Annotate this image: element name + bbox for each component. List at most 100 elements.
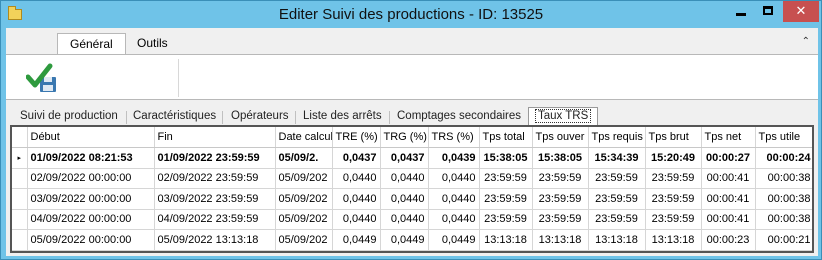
table-row[interactable]: 05/09/2022 00:00:00 05/09/2022 13:13:18 05… (12, 229, 812, 251)
column-header-fin[interactable]: Fin (154, 127, 276, 148)
table-cell[interactable]: 05/09/202 (275, 168, 333, 189)
table-cell[interactable]: 0,0449 (428, 229, 480, 251)
column-header-tps-ouver[interactable]: Tps ouver (532, 127, 589, 148)
table-cell[interactable]: 0,0449 (332, 229, 381, 251)
column-header-tps-total[interactable]: Tps total (479, 127, 533, 148)
table-cell[interactable]: 23:59:59 (479, 168, 533, 189)
save-button[interactable] (25, 63, 62, 95)
table-cell[interactable]: 23:59:59 (645, 168, 702, 189)
tab-separator (222, 111, 223, 124)
table-cell[interactable]: 15:38:05 (532, 147, 589, 169)
table-cell[interactable]: 23:59:59 (532, 168, 589, 189)
table-cell[interactable]: 00:00:41 (701, 209, 756, 230)
table-row[interactable]: ▸ 01/09/2022 08:21:53 01/09/2022 23:59:59 0… (12, 147, 812, 169)
column-header-tre[interactable]: TRE (%) (332, 127, 381, 148)
table-cell[interactable]: 13:13:18 (479, 229, 533, 251)
table-cell[interactable]: 23:59:59 (532, 188, 589, 210)
column-header-tps-brut[interactable]: Tps brut (645, 127, 702, 148)
column-header-tps-utile[interactable]: Tps utile (755, 127, 812, 148)
table-cell[interactable]: 05/09/202 (275, 229, 333, 251)
column-header-trs[interactable]: TRS (%) (428, 127, 480, 148)
table-cell[interactable]: 00:00:23 (701, 229, 756, 251)
table-cell[interactable]: 00:00:21 (755, 229, 812, 251)
table-cell[interactable]: 01/09/2022 08:21:53 (27, 147, 155, 169)
close-icon: ✕ (795, 3, 807, 18)
table-cell[interactable]: 02/09/2022 00:00:00 (27, 168, 155, 189)
table-cell[interactable]: 13:13:18 (532, 229, 589, 251)
table-cell[interactable]: 0,0440 (332, 188, 381, 210)
table-row[interactable]: 04/09/2022 00:00:00 04/09/2022 23:59:59 05… (12, 209, 812, 230)
table-cell[interactable]: 23:59:59 (479, 188, 533, 210)
tab-operateurs[interactable]: Opérateurs (231, 108, 289, 126)
table-cell[interactable]: 05/09/202 (275, 209, 333, 230)
tab-liste-des-arrets[interactable]: Liste des arrêts (303, 108, 382, 126)
row-indicator-cell[interactable]: ▸ (12, 147, 28, 169)
table-cell[interactable]: 03/09/2022 23:59:59 (154, 188, 276, 210)
row-indicator-cell[interactable] (12, 229, 28, 251)
table-cell[interactable]: 0,0437 (380, 147, 429, 169)
table-cell[interactable]: 00:00:41 (701, 168, 756, 189)
table-cell[interactable]: 0,0439 (428, 147, 480, 169)
table-cell[interactable]: 01/09/2022 23:59:59 (154, 147, 276, 169)
title-bar[interactable]: Editer Suivi des productions - ID: 13525… (1, 1, 821, 28)
table-cell[interactable]: 0,0440 (332, 209, 381, 230)
table-cell[interactable]: 0,0440 (380, 209, 429, 230)
table-cell[interactable]: 0,0440 (380, 168, 429, 189)
close-button[interactable]: ✕ (783, 1, 819, 22)
table-cell[interactable]: 23:59:59 (588, 209, 646, 230)
column-header-tps-net[interactable]: Tps net (701, 127, 756, 148)
table-cell[interactable]: 00:00:24 (755, 147, 812, 169)
table-cell[interactable]: 03/09/2022 00:00:00 (27, 188, 155, 210)
table-cell[interactable]: 15:34:39 (588, 147, 646, 169)
maximize-button[interactable] (755, 1, 781, 22)
column-header-date-calcul[interactable]: Date calcul (275, 127, 333, 148)
row-indicator-cell[interactable] (12, 209, 28, 230)
table-cell[interactable]: 0,0440 (428, 209, 480, 230)
table-cell[interactable]: 05/09/2022 00:00:00 (27, 229, 155, 251)
table-cell[interactable]: 0,0440 (380, 188, 429, 210)
ribbon-tab-outils[interactable]: Outils (125, 33, 180, 54)
table-cell[interactable]: 04/09/2022 23:59:59 (154, 209, 276, 230)
column-header-tps-requis[interactable]: Tps requis (588, 127, 646, 148)
table-row[interactable]: 02/09/2022 00:00:00 02/09/2022 23:59:59 05… (12, 168, 812, 189)
table-cell[interactable]: 00:00:38 (755, 168, 812, 189)
table-cell[interactable]: 23:59:59 (645, 209, 702, 230)
table-cell[interactable]: 00:00:38 (755, 188, 812, 210)
row-indicator-cell[interactable] (12, 168, 28, 189)
table-cell[interactable]: 0,0440 (428, 168, 480, 189)
table-cell[interactable]: 13:13:18 (588, 229, 646, 251)
table-cell[interactable]: 23:59:59 (588, 188, 646, 210)
column-header-trg[interactable]: TRG (%) (380, 127, 429, 148)
table-cell[interactable]: 0,0449 (380, 229, 429, 251)
tab-suivi-de-production[interactable]: Suivi de production (20, 108, 118, 126)
table-cell[interactable]: 15:20:49 (645, 147, 702, 169)
table-cell[interactable]: 23:59:59 (532, 209, 589, 230)
table-cell[interactable]: 23:59:59 (588, 168, 646, 189)
taux-trs-grid[interactable]: Début Fin Date calcul TRE (%) TRG (%) TR… (10, 125, 814, 253)
ribbon-tab-general[interactable]: Général (57, 33, 126, 54)
table-cell[interactable]: 05/09/202 (275, 188, 333, 210)
table-cell[interactable]: 23:59:59 (479, 209, 533, 230)
table-cell[interactable]: 04/09/2022 00:00:00 (27, 209, 155, 230)
table-cell[interactable]: 0,0440 (332, 168, 381, 189)
table-cell[interactable]: 15:38:05 (479, 147, 533, 169)
chevron-up-icon[interactable]: ⌃ (802, 36, 810, 47)
table-cell[interactable]: 0,0440 (428, 188, 480, 210)
table-cell[interactable]: 00:00:41 (701, 188, 756, 210)
tab-taux-trs[interactable]: Taux TRS (528, 107, 599, 127)
column-header-debut[interactable]: Début (27, 127, 155, 148)
table-cell[interactable]: 23:59:59 (645, 188, 702, 210)
tab-comptages-secondaires[interactable]: Comptages secondaires (397, 108, 521, 126)
tab-caracteristiques[interactable]: Caractéristiques (133, 108, 216, 126)
table-cell[interactable]: 05/09/2. (275, 147, 333, 169)
table-cell[interactable]: 00:00:27 (701, 147, 756, 169)
table-cell[interactable]: 00:00:38 (755, 209, 812, 230)
minimize-button[interactable] (728, 1, 754, 22)
row-indicator-header (12, 127, 28, 148)
row-indicator-cell[interactable] (12, 188, 28, 210)
table-cell[interactable]: 13:13:18 (645, 229, 702, 251)
table-cell[interactable]: 02/09/2022 23:59:59 (154, 168, 276, 189)
table-cell[interactable]: 0,0437 (332, 147, 381, 169)
table-cell[interactable]: 05/09/2022 13:13:18 (154, 229, 276, 251)
table-row[interactable]: 03/09/2022 00:00:00 03/09/2022 23:59:59 05… (12, 188, 812, 210)
